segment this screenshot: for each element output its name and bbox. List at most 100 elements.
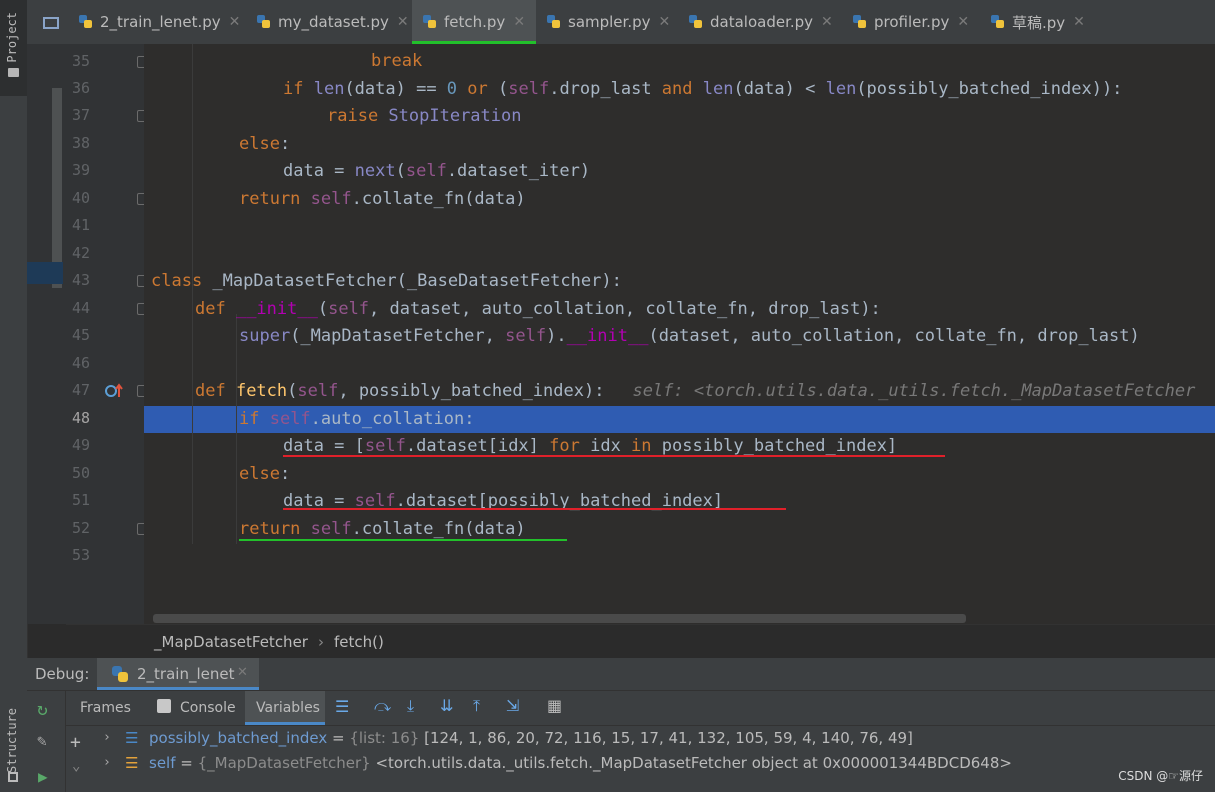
step-into-icon[interactable]: ⤓ <box>407 696 414 716</box>
step-out-icon[interactable]: ⤒ <box>473 696 480 716</box>
variable-name: self <box>149 754 176 772</box>
close-icon[interactable]: ✕ <box>513 14 525 30</box>
debug-tab-bar: Frames Console Variables ☰ ⤼ ⤓ ⇊ ⤒ ⇲ ▦ <box>65 691 1215 726</box>
close-icon[interactable]: ✕ <box>229 14 241 30</box>
variable-row[interactable]: › ☰ possibly_batched_index = {list: 16} … <box>65 726 1215 750</box>
evaluate-expression-icon[interactable]: ▦ <box>547 696 562 715</box>
breadcrumb-class[interactable]: _MapDatasetFetcher <box>154 633 308 651</box>
breadcrumb-method[interactable]: fetch() <box>334 633 384 651</box>
line-number: 44 <box>71 299 90 317</box>
token: StopIteration <box>388 106 522 126</box>
token: , dataset, auto_collation, collate_fn, d… <box>369 299 881 319</box>
close-icon[interactable]: ✕ <box>957 14 969 30</box>
token: .collate_fn(data) <box>351 519 526 539</box>
variable-row[interactable]: › ☰ self = {_MapDatasetFetcher} <torch.u… <box>65 751 1215 775</box>
variable-text: self = {_MapDatasetFetcher} <torch.utils… <box>149 754 1012 772</box>
line-number: 45 <box>71 326 90 344</box>
code-line-51: data = self.dataset[possibly_batched_ind… <box>283 488 723 515</box>
debug-header: Debug: 2_train_lenet ✕ <box>27 658 1215 691</box>
run-to-cursor-icon[interactable]: ⇲ <box>506 696 519 715</box>
token: raise <box>327 106 389 126</box>
tab-label: fetch.py <box>444 13 506 31</box>
step-into-my-code-icon[interactable]: ⇊ <box>440 696 453 715</box>
token: __init__ <box>566 326 649 346</box>
token: data = <box>283 161 355 181</box>
tab-2-train-lenet[interactable]: 2_train_lenet.py ✕ <box>78 0 240 44</box>
code-editor[interactable]: break if len(data) == 0 or (self.drop_la… <box>144 44 1215 624</box>
close-icon[interactable]: ✕ <box>237 665 248 680</box>
close-icon[interactable]: ✕ <box>821 14 833 30</box>
project-view-toggle-icon[interactable] <box>43 17 59 29</box>
project-label[interactable]: Project <box>5 12 19 63</box>
token: (data) < <box>733 79 826 99</box>
token: ( <box>287 381 298 401</box>
token: self <box>364 436 406 456</box>
tab-profiler[interactable]: profiler.py ✕ <box>852 0 980 44</box>
resume-icon[interactable]: ▶ <box>38 767 48 786</box>
chevron-right-icon[interactable]: › <box>103 730 111 745</box>
tab-label: 草稿.py <box>1012 13 1066 32</box>
project-tool-button[interactable]: Project <box>0 0 27 96</box>
tab-fetch[interactable]: fetch.py ✕ <box>412 0 536 44</box>
line-number: 41 <box>71 216 90 234</box>
token: self <box>269 409 311 429</box>
code-line-39: data = next(self.dataset_iter) <box>283 158 590 185</box>
debug-session-tab[interactable]: 2_train_lenet ✕ <box>97 658 259 690</box>
token: self <box>405 161 447 181</box>
token: ( <box>395 161 406 181</box>
line-number: 52 <box>71 519 90 537</box>
close-icon[interactable]: ✕ <box>1073 14 1085 30</box>
structure-icon <box>8 772 18 782</box>
token: next <box>354 161 396 181</box>
token: idx <box>590 436 632 456</box>
menu-lines-icon[interactable]: ☰ <box>335 697 349 716</box>
settings-wrench-icon[interactable]: ✎ <box>37 731 47 750</box>
token: __init__ <box>235 299 318 319</box>
tab-console[interactable]: Console <box>180 700 236 716</box>
override-method-icon[interactable] <box>104 382 124 400</box>
tab-sampler[interactable]: sampler.py ✕ <box>546 0 676 44</box>
line-number: 47 <box>71 381 90 399</box>
code-line-35: break <box>371 48 422 75</box>
step-over-icon[interactable]: ⤼ <box>374 696 391 716</box>
tab-frames[interactable]: Frames <box>80 700 131 716</box>
line-number: 51 <box>71 491 90 509</box>
close-icon[interactable]: ✕ <box>397 14 409 30</box>
green-underline-annotation <box>239 539 567 541</box>
code-line-38: else: <box>239 134 291 154</box>
python-file-icon <box>852 14 868 30</box>
structure-label[interactable]: Structure <box>5 708 19 773</box>
token: for <box>549 436 591 456</box>
close-icon[interactable]: ✕ <box>659 14 671 30</box>
tab-label: 2_train_lenet.py <box>100 13 221 31</box>
left-tool-strip: Project Structure <box>0 0 28 792</box>
line-number: 37 <box>71 106 90 124</box>
code-line-50: else: <box>239 464 291 484</box>
console-icon <box>157 699 171 713</box>
debug-panel: Debug: 2_train_lenet ✕ ↻ ✎ ▶ Frames Cons… <box>27 658 1215 792</box>
structure-tool-button[interactable]: Structure <box>0 700 27 792</box>
chevron-right-icon[interactable]: › <box>103 755 111 770</box>
tab-dataloader[interactable]: dataloader.py ✕ <box>688 0 840 44</box>
tab-variables[interactable]: Variables <box>245 691 325 725</box>
horizontal-scrollbar[interactable] <box>153 614 966 623</box>
line-number: 35 <box>71 52 90 70</box>
tab-label: profiler.py <box>874 13 950 31</box>
token: (data) == <box>344 79 447 99</box>
vertical-scroll-indicator[interactable] <box>52 88 62 288</box>
line-number: 36 <box>71 79 90 97</box>
token: (_MapDatasetFetcher, <box>290 326 506 346</box>
line-number: 49 <box>71 436 90 454</box>
tab-my-dataset[interactable]: my_dataset.py ✕ <box>256 0 409 44</box>
line-number-gutter: 35 36 37 38 39 40 41 42 43 44 45 46 47 4… <box>66 44 149 624</box>
tab-draft[interactable]: 草稿.py ✕ <box>990 0 1100 44</box>
rerun-icon[interactable]: ↻ <box>37 699 48 720</box>
token: self <box>508 79 550 99</box>
inline-debug-value: self: <torch.utils.data._utils.fetch._Ma… <box>632 381 1196 401</box>
token: .drop_last <box>549 79 662 99</box>
variable-value: [124, 1, 86, 20, 72, 116, 15, 17, 41, 13… <box>424 729 913 747</box>
breadcrumb-separator: › <box>317 633 324 651</box>
token: data = [ <box>283 436 365 456</box>
token: break <box>371 51 423 71</box>
code-line-47: def fetch(self, possibly_batched_index):… <box>195 378 1195 405</box>
